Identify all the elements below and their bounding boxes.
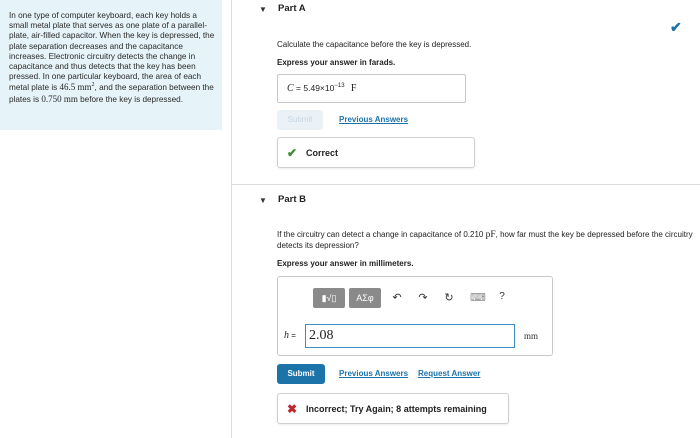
part-a-instruction: Calculate the capacitance before the key… [277,40,472,49]
part-a-answer-eq: = [296,83,302,93]
help-icon[interactable]: ? [495,291,509,302]
part-b-toggle-icon[interactable]: ▼ [259,196,267,205]
part-a-feedback: ✔ Correct [277,137,475,168]
part-a-previous-answers-link[interactable]: Previous Answers [339,115,408,124]
part-a-title[interactable]: Part A [278,3,306,14]
part-b-answer-unit: mm [524,331,539,341]
redo-icon[interactable]: ↷ [416,291,430,304]
part-a-answer: C = 5.49×10−13 F [287,83,356,94]
part-divider [232,184,700,185]
incorrect-x-icon: ✖ [287,402,298,416]
part-b-answer-input[interactable]: 2.08 [305,324,515,348]
keyboard-icon[interactable]: ⌨ [470,291,486,304]
part-a-feedback-text: Correct [306,148,339,158]
plate-area-value: 46.5 mm2 [59,82,95,93]
part-b-answer-eq: = [291,331,296,340]
part-b-submit-button[interactable]: Submit [277,364,325,384]
part-b-format: Express your answer in millimeters. [277,259,414,268]
part-a-format: Express your answer in farads. [277,58,396,67]
part-b-instruction-unit: pF [485,230,496,240]
part-a-toggle-icon[interactable]: ▼ [259,5,267,14]
part-b-instruction-text-1: If the circuitry can detect a change in … [277,230,486,239]
symbols-button[interactable]: ΑΣφ [349,288,381,308]
part-a-answer-value: 5.49×10 [303,83,335,93]
part-a-complete-check-icon: ✔ [670,19,682,35]
part-a-answer-box: C = 5.49×10−13 F [277,74,466,103]
part-b-feedback: ✖ Incorrect; Try Again; 8 attempts remai… [277,393,509,424]
part-b-previous-answers-link[interactable]: Previous Answers [339,369,408,378]
part-a-submit-button[interactable]: Submit [277,110,323,130]
part-a-answer-exponent: −13 [334,83,345,90]
part-b-title[interactable]: Part B [278,194,306,205]
templates-button[interactable]: ▮√▯ [313,288,345,308]
plate-separation-value: 0.750 mm [41,93,78,104]
reset-icon[interactable]: ↻ [442,291,456,304]
part-a-answer-unit: F [350,83,357,94]
panel-divider [231,0,232,438]
problem-text-1: In one type of computer keyboard, each k… [9,11,215,93]
undo-icon[interactable]: ↶ [390,291,404,304]
part-b-answer-var: h [284,330,289,341]
part-b-answer-label: h = [284,330,296,341]
correct-check-icon: ✔ [287,146,298,160]
problem-panel: In one type of computer keyboard, each k… [0,0,222,130]
part-a-answer-var: C [287,83,294,94]
part-b-instruction: If the circuitry can detect a change in … [277,230,697,251]
request-answer-link[interactable]: Request Answer [418,369,480,378]
problem-statement: In one type of computer keyboard, each k… [9,11,217,105]
part-b-feedback-text: Incorrect; Try Again; 8 attempts remaini… [306,404,487,414]
problem-text-3: before the key is depressed. [77,94,183,104]
